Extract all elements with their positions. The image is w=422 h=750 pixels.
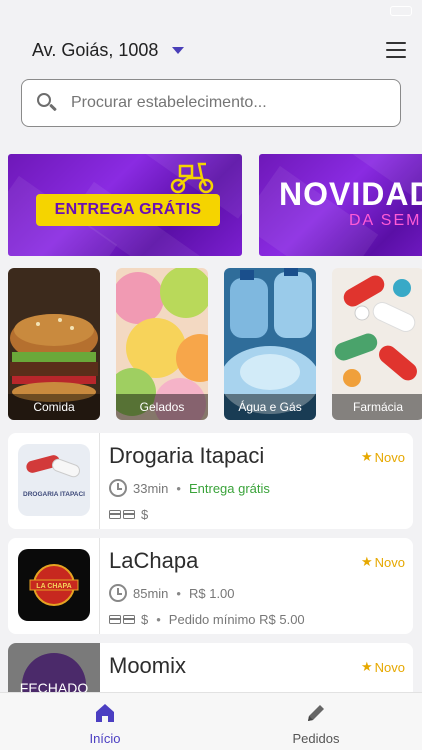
- clock-icon: [109, 479, 127, 497]
- badge-label: Novo: [374, 659, 405, 675]
- delivery-time: 85min: [133, 585, 169, 601]
- logo-text: DROGARIA ITAPACI: [23, 491, 85, 498]
- badge-label: Novo: [374, 449, 405, 465]
- payment-info: $ • Pedido mínimo R$ 5.00: [109, 612, 305, 627]
- category-label: Gelados: [116, 394, 208, 420]
- address-bar: Av. Goiás, 1008: [32, 36, 406, 64]
- status-bar: [0, 0, 422, 22]
- banner-news-subtitle: DA SEM: [349, 212, 422, 229]
- separator-dot: •: [176, 585, 181, 601]
- star-icon: ★: [360, 449, 373, 464]
- store-card[interactable]: LA CHAPA LaChapa ★ Novo 85min • R$ 1.00 $…: [8, 538, 413, 634]
- star-icon: ★: [360, 659, 373, 674]
- category-label: Água e Gás: [224, 394, 316, 420]
- address-selector[interactable]: Av. Goiás, 1008: [32, 39, 185, 61]
- drogaria-logo-image: DROGARIA ITAPACI: [18, 444, 90, 516]
- tab-home-label: Início: [89, 731, 121, 746]
- promo-carousel[interactable]: ENTREGA GRÁTIS NOVIDAD DA SEM: [8, 154, 422, 256]
- category-carousel[interactable]: Comida Gelados Água e Gás Farmácia: [8, 268, 422, 420]
- search-input[interactable]: [71, 94, 371, 112]
- payment-info: $: [109, 507, 148, 522]
- clock-icon: [109, 584, 127, 602]
- debit-card-icon: [123, 510, 135, 519]
- hamburger-menu-icon[interactable]: [386, 42, 406, 58]
- credit-card-icon: [109, 510, 121, 519]
- tab-orders[interactable]: Pedidos: [276, 701, 356, 746]
- tab-home[interactable]: Início: [65, 701, 145, 746]
- tab-orders-label: Pedidos: [292, 731, 340, 746]
- store-logo: LA CHAPA: [18, 549, 90, 621]
- bottom-tab-bar: Início Pedidos: [0, 692, 422, 750]
- category-label: Comida: [8, 394, 100, 420]
- category-pharmacy[interactable]: Farmácia: [332, 268, 422, 420]
- search-box[interactable]: [21, 79, 401, 127]
- logo-text: LA CHAPA: [36, 583, 71, 590]
- banner-news-title: NOVIDAD: [279, 176, 422, 212]
- category-water-gas[interactable]: Água e Gás: [224, 268, 316, 420]
- store-name: Drogaria Itapaci: [109, 443, 265, 468]
- pencil-icon: [308, 705, 324, 721]
- new-badge: ★ Novo: [361, 659, 405, 675]
- credit-card-icon: [109, 615, 121, 624]
- new-badge: ★ Novo: [361, 554, 405, 570]
- new-badge: ★ Novo: [361, 449, 405, 465]
- store-name: LaChapa: [109, 548, 199, 573]
- separator-dot: •: [156, 612, 161, 627]
- debit-card-icon: [123, 615, 135, 624]
- battery-icon: [390, 6, 412, 16]
- store-name: Moomix: [109, 653, 187, 678]
- banner-news[interactable]: NOVIDAD DA SEM: [259, 154, 422, 256]
- lachapa-logo-image: LA CHAPA: [18, 549, 90, 621]
- banner-free-delivery[interactable]: ENTREGA GRÁTIS: [8, 154, 242, 256]
- delivery-time: 33min: [133, 480, 169, 496]
- scooter-icon: [170, 162, 214, 194]
- store-info: 33min • Entrega grátis: [109, 479, 270, 497]
- banner-free-delivery-text: ENTREGA GRÁTIS: [36, 194, 220, 226]
- category-label: Farmácia: [332, 394, 422, 420]
- store-card[interactable]: DROGARIA ITAPACI Drogaria Itapaci ★ Novo …: [8, 433, 413, 529]
- minimum-order: Pedido mínimo R$ 5.00: [168, 612, 305, 627]
- cash-label: $: [141, 507, 149, 522]
- star-icon: ★: [360, 554, 373, 569]
- cash-label: $: [141, 612, 149, 627]
- store-logo: DROGARIA ITAPACI: [18, 444, 90, 516]
- search-icon: [36, 92, 58, 114]
- delivery-fee: R$ 1.00: [188, 585, 235, 601]
- separator-dot: •: [176, 480, 181, 496]
- delivery-fee: Entrega grátis: [188, 480, 270, 496]
- home-icon: [96, 704, 114, 722]
- category-ice-cream[interactable]: Gelados: [116, 268, 208, 420]
- address-label: Av. Goiás, 1008: [32, 39, 159, 60]
- caret-down-icon: [172, 46, 185, 54]
- category-food[interactable]: Comida: [8, 268, 100, 420]
- store-info: 85min • R$ 1.00: [109, 584, 235, 602]
- badge-label: Novo: [374, 554, 405, 570]
